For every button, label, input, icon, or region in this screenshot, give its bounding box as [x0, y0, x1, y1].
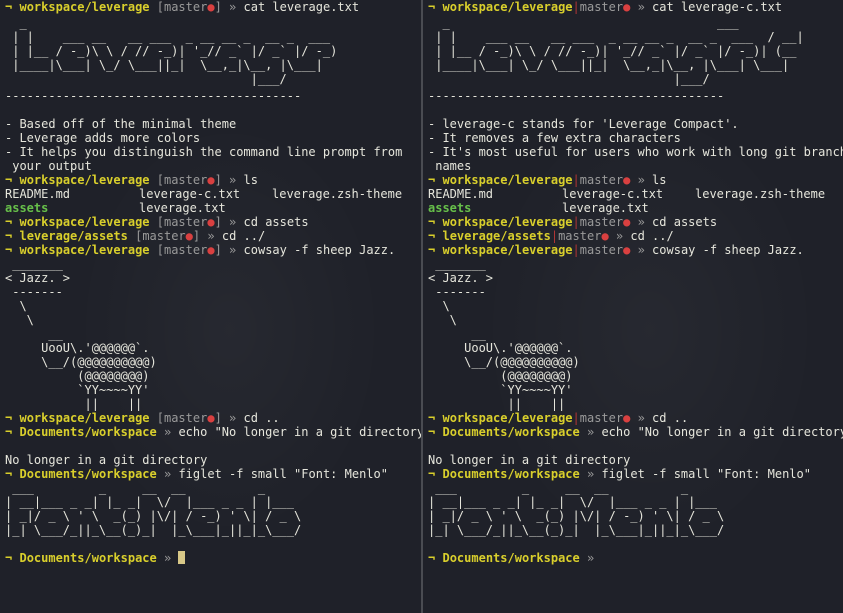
prompt-line: ¬ workspace/leverage [master●] » cd ..	[5, 411, 280, 425]
bullet-line: - It removes a few extra characters	[428, 131, 681, 145]
text-cursor	[178, 551, 186, 564]
rule: ----------------------------------------…	[428, 89, 725, 103]
ls-output-row: assets leverage.txt	[5, 201, 226, 215]
bullet-line: - It's most useful for users who work wi…	[428, 145, 843, 159]
figlet-output: ___ _ __ __ _ | __|___ _ _| |_ _| \/ |__…	[5, 481, 316, 537]
prompt-line: ¬ leverage/assets|master● » cd ../	[428, 229, 674, 243]
echo-output: No longer in a git directory	[428, 453, 631, 467]
leverage-banner: _ | | ___ __ __ ___ _ __ __ _ __ _ ___ |…	[5, 16, 338, 86]
active-prompt-line[interactable]: ¬ Documents/workspace »	[5, 551, 421, 565]
left-terminal-pane[interactable]: ¬ workspace/leverage [master●] » cat lev…	[0, 0, 421, 613]
prompt-line: ¬ Documents/workspace » echo "No longer …	[428, 425, 843, 439]
prompt-line: ¬ workspace/leverage [master●] » cd asse…	[5, 215, 309, 229]
ls-output-row: assets leverage.txt	[428, 201, 649, 215]
cowsay-output: _______ < Jazz. > ------- \ \ __ UooU\.'…	[428, 257, 580, 411]
bullet-line: your output	[5, 159, 92, 173]
active-prompt-line[interactable]: ¬ Documents/workspace »	[428, 551, 843, 565]
leverage-c-banner: _ ___ | | ___ __ __ ___ _ __ __ _ __ _ _…	[428, 16, 804, 86]
echo-output: No longer in a git directory	[5, 453, 208, 467]
bullet-line: names	[428, 159, 472, 173]
ls-output-row: README.md leverage-c.txt leverage.zsh-them…	[5, 187, 403, 201]
prompt-line: ¬ workspace/leverage|master● » ls	[428, 173, 667, 187]
bullet-line: - It helps you distinguish the command l…	[5, 145, 403, 159]
prompt-line: ¬ workspace/leverage|master● » cowsay -f…	[428, 243, 804, 257]
prompt-line: ¬ Documents/workspace » echo "No longer …	[5, 425, 421, 439]
prompt-line: ¬ Documents/workspace » figlet -f small …	[5, 467, 388, 481]
terminal-window: ¬ workspace/leverage [master●] » cat lev…	[0, 0, 843, 613]
bullet-line: - Leverage adds more colors	[5, 131, 201, 145]
prompt-line: ¬ workspace/leverage [master●] » cat lev…	[5, 0, 360, 14]
prompt-line: ¬ Documents/workspace » figlet -f small …	[428, 467, 811, 481]
rule: ----------------------------------------…	[5, 89, 302, 103]
figlet-output: ___ _ __ __ _ | __|___ _ _| |_ _| \/ |__…	[428, 481, 739, 537]
prompt-line: ¬ leverage/assets [master●] » cd ../	[5, 229, 266, 243]
bullet-line: - Based off of the minimal theme	[5, 117, 237, 131]
prompt-line: ¬ workspace/leverage [master●] » ls	[5, 173, 258, 187]
bullet-line: - leverage-c stands for 'Leverage Compac…	[428, 117, 739, 131]
prompt-line: ¬ workspace/leverage|master● » cat lever…	[428, 0, 783, 14]
prompt-line: ¬ workspace/leverage|master● » cd assets	[428, 215, 718, 229]
prompt-line: ¬ workspace/leverage|master● » cd ..	[428, 411, 689, 425]
prompt-line: ¬ workspace/leverage [master●] » cowsay …	[5, 243, 396, 257]
right-terminal-pane[interactable]: ¬ workspace/leverage|master● » cat lever…	[423, 0, 843, 613]
ls-output-row: README.md leverage-c.txt leverage.zsh-them…	[428, 187, 826, 201]
cowsay-output: _______ < Jazz. > ------- \ \ __ UooU\.'…	[5, 257, 157, 411]
